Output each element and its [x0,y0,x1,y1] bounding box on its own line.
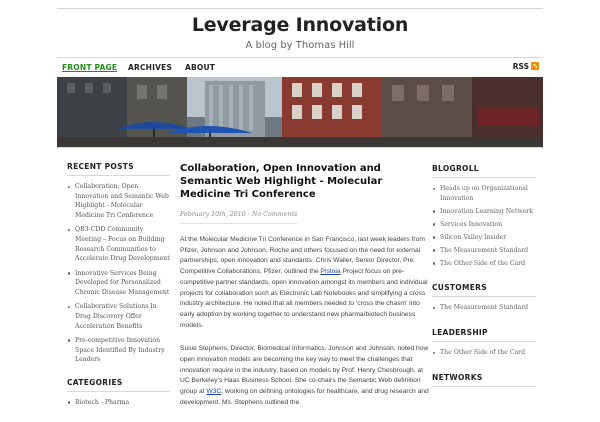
post-paragraph: Susie Stephens, Director, Biomedical Inf… [180,344,430,408]
networks-title: NETWORKS [432,373,536,387]
leadership-link[interactable]: The Other Side of the Card [432,348,536,358]
site-title[interactable]: Leverage Innovation [0,14,600,36]
banner-bottom-rule [57,147,543,148]
post-meta: February 10th, 2010 · No Comments [180,211,298,224]
right-sidebar: BLOGROLL Heads up on Organizational Inno… [432,164,536,393]
left-sidebar: RECENT POSTS Collaboration, Open Innovat… [67,162,170,412]
blogroll-link[interactable]: The Measurement Standard [432,246,536,256]
category-link[interactable]: Biotech - Pharma [67,398,170,408]
customers-title: CUSTOMERS [432,283,536,298]
rss-link[interactable]: RSS [513,62,539,71]
nav-front-page[interactable]: FRONT PAGE [62,63,117,72]
customers-list: The Measurement Standard [432,303,536,313]
recent-post-link[interactable]: Innovative Services Being Developed for … [67,269,170,298]
leadership-title: LEADERSHIP [432,328,536,343]
categories-list: Biotech - Pharma [67,398,170,408]
header-banner-image [57,77,543,147]
recent-post-link[interactable]: QB3-CDD Community Meeting – Focus on Bui… [67,225,170,264]
recent-posts-list: Collaboration, Open Innovation and Seman… [67,182,170,365]
header-top-rule [57,8,543,9]
recent-post-link[interactable]: Collaboration, Open Innovation and Seman… [67,182,170,221]
recent-posts-title: RECENT POSTS [67,162,170,176]
blogroll-link[interactable]: Innovation Learning Network [432,207,536,217]
recent-post-link[interactable]: Pre-competitive Innovation Space Identif… [67,336,170,365]
main-content: Collaboration, Open Innovation and Seman… [180,162,430,422]
w3c-link[interactable]: W3C [206,388,221,395]
recent-post-link[interactable]: Collaborative Solutions In Drug Discover… [67,302,170,331]
banner-street-scene [57,77,543,147]
leadership-list: The Other Side of the Card [432,348,536,358]
blogroll-link[interactable]: The Other Side of the Card [432,259,536,269]
blogroll-title: BLOGROLL [432,164,536,178]
post-body: At the Molecular Medicine Tri Conference… [180,235,430,409]
post-title[interactable]: Collaboration, Open Innovation and Seman… [180,162,430,201]
blogroll-list: Heads up on Organizational Innovation In… [432,184,536,268]
blogroll-link[interactable]: Silicon Valley Insider [432,233,536,243]
blogroll-link[interactable]: Heads up on Organizational Innovation [432,184,536,203]
paragraph-text: Project focus on pre-competitive partner… [180,268,428,329]
post-comments-link[interactable]: No Comments [252,211,297,218]
post-date: February 10th, 2010 [180,211,246,218]
post-paragraph: At the Molecular Medicine Tri Conference… [180,235,430,331]
categories-title: CATEGORIES [67,378,170,392]
site-description: A blog by Thomas Hill [245,40,355,51]
pistoia-link[interactable]: Pistoia [321,268,341,275]
main-nav: FRONT PAGE ARCHIVES ABOUT RSS [57,57,543,77]
nav-archives[interactable]: ARCHIVES [128,63,172,72]
nav-about[interactable]: ABOUT [185,63,215,72]
rss-feed-icon [531,62,539,70]
customer-link[interactable]: The Measurement Standard [432,303,536,313]
blogroll-link[interactable]: Services Innovation [432,220,536,230]
rss-label: RSS [512,62,529,71]
